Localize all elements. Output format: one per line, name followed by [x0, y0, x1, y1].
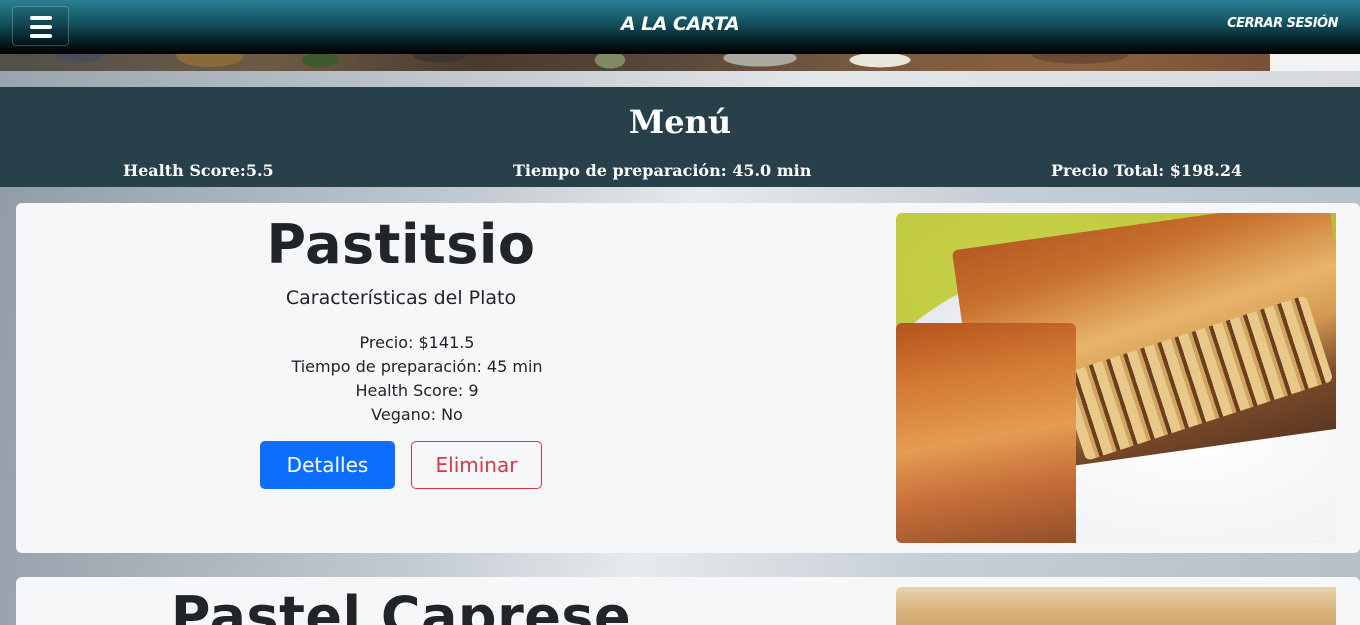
menu-total-price: Precio Total: $198.24	[1051, 161, 1243, 180]
delete-button[interactable]: Eliminar	[411, 441, 542, 489]
dish-card: Pastitsio Características del Plato Prec…	[16, 203, 1360, 553]
banner-image-edge	[1270, 54, 1360, 71]
menu-summary: Menú Health Score:5.5 Tiempo de preparac…	[0, 87, 1360, 187]
banner-image	[0, 54, 1360, 71]
dish-image	[896, 213, 1336, 543]
dish-card: Pastel Caprese	[16, 577, 1360, 625]
page-title: Menú	[628, 103, 732, 141]
logout-link[interactable]: CERRAR SESIÓN	[1227, 16, 1338, 31]
menu-health-score: Health Score:5.5	[123, 161, 274, 180]
banner-gap	[0, 71, 1360, 87]
brand-title[interactable]: A LA CARTA	[0, 13, 1360, 35]
food-slice-front	[896, 323, 1076, 543]
dish-title: Pastitsio	[266, 213, 536, 276]
dish-title: Pastel Caprese	[170, 585, 632, 625]
dish-price: Precio: $141.5	[359, 333, 475, 352]
dish-image	[896, 587, 1336, 625]
menu-prep-time: Tiempo de preparación: 45.0 min	[513, 161, 812, 180]
top-navbar: A LA CARTA CERRAR SESIÓN	[0, 0, 1360, 54]
dish-properties: Precio: $141.5 Tiempo de preparación: 45…	[16, 331, 818, 427]
details-button[interactable]: Detalles	[260, 441, 395, 489]
dish-subtitle: Características del Plato	[285, 287, 517, 309]
dish-vegan: Vegano: No	[371, 405, 463, 424]
dish-prep-time: Tiempo de preparación: 45 min	[291, 357, 543, 376]
dish-health-score: Health Score: 9	[355, 381, 479, 400]
